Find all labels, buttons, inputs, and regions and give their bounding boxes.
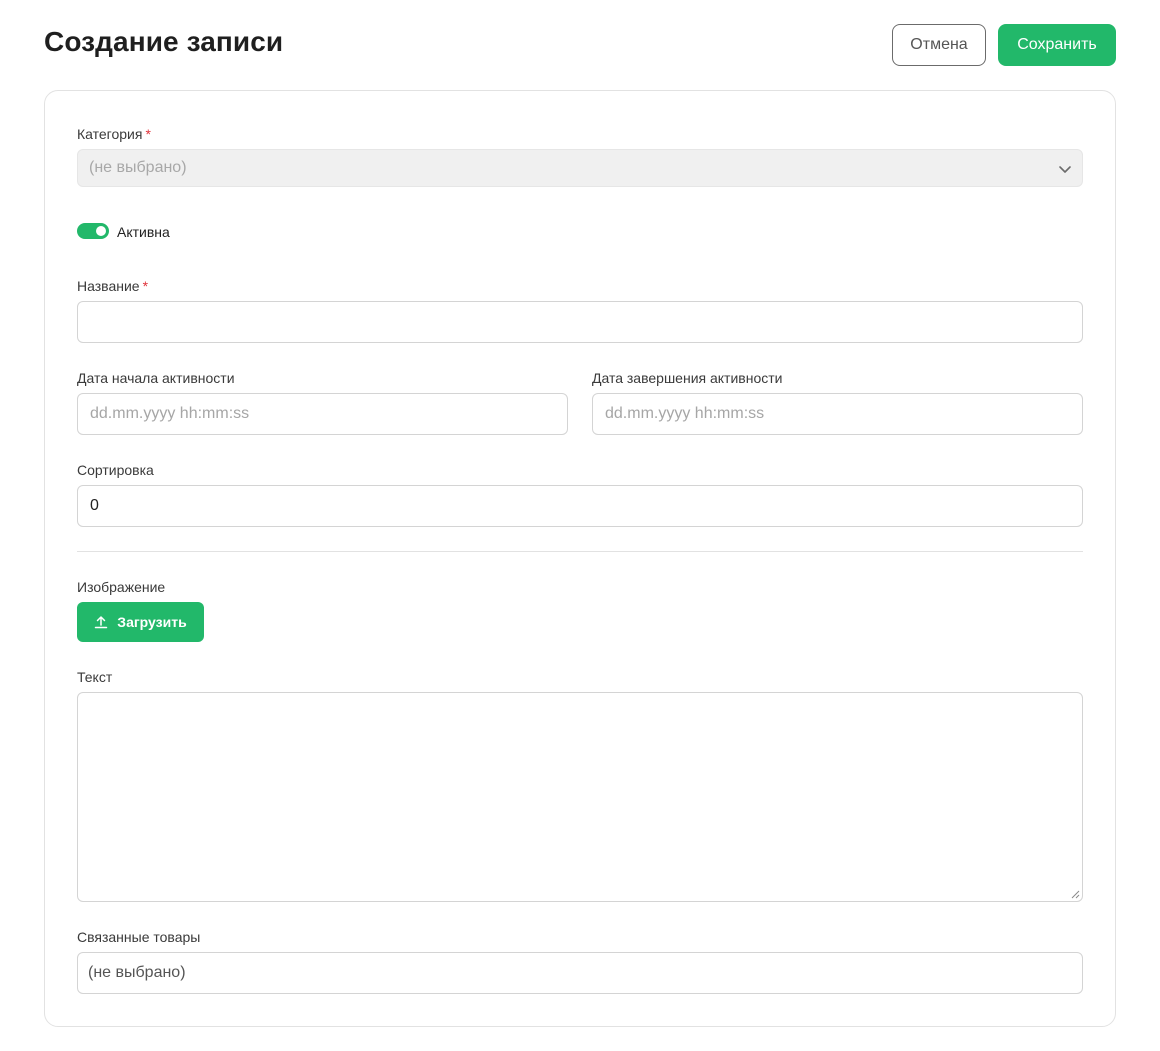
- date-start-input[interactable]: dd.mm.yyyy hh:mm:ss: [77, 393, 568, 435]
- upload-icon: [95, 616, 108, 629]
- name-label: Название *: [77, 278, 148, 294]
- active-toggle[interactable]: [77, 223, 109, 239]
- page-header: Создание записи Отмена Сохранить: [44, 24, 1116, 66]
- category-label: Категория *: [77, 126, 151, 142]
- category-select-value: (не выбрано): [89, 159, 187, 176]
- text-textarea[interactable]: [77, 692, 1083, 902]
- upload-button-label: Загрузить: [117, 614, 187, 630]
- image-label: Изображение: [77, 579, 166, 595]
- chevron-down-icon: [1059, 166, 1071, 173]
- save-button[interactable]: Сохранить: [998, 24, 1116, 66]
- active-toggle-label: Активна: [117, 224, 170, 240]
- text-label: Текст: [77, 669, 113, 685]
- name-input[interactable]: [77, 301, 1083, 343]
- required-mark: *: [142, 278, 149, 294]
- date-end-input[interactable]: dd.mm.yyyy hh:mm:ss: [592, 393, 1083, 435]
- date-end-label: Дата завершения активности: [592, 370, 783, 386]
- sort-label: Сортировка: [77, 462, 154, 478]
- section-divider: [77, 551, 1083, 552]
- related-label: Связанные товары: [77, 929, 201, 945]
- page-title: Создание записи: [44, 26, 284, 57]
- toggle-knob: [96, 226, 106, 236]
- upload-button[interactable]: Загрузить: [77, 602, 204, 642]
- sort-input[interactable]: 0: [77, 485, 1083, 527]
- category-label-text: Категория: [77, 126, 143, 142]
- cancel-button[interactable]: Отмена: [892, 24, 986, 66]
- form-card: Категория * (не выбрано) Активна Название…: [44, 90, 1116, 1027]
- category-select[interactable]: (не выбрано): [77, 149, 1083, 187]
- resize-grip-icon[interactable]: [1071, 890, 1080, 899]
- required-mark: *: [145, 126, 151, 142]
- name-label-text: Название: [77, 278, 140, 294]
- date-start-label: Дата начала активности: [77, 370, 235, 386]
- related-select[interactable]: (не выбрано): [77, 952, 1083, 994]
